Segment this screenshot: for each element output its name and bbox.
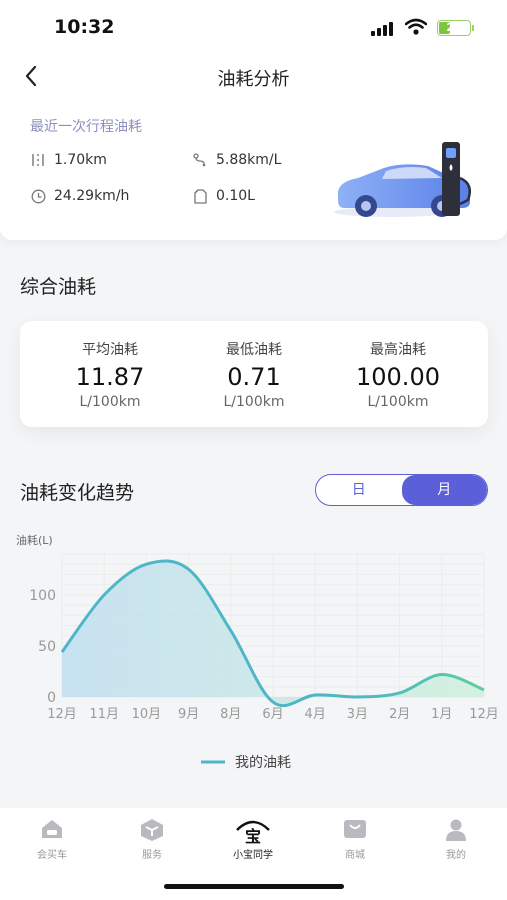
period-toggle: 日 月 <box>315 474 488 506</box>
month-tab[interactable]: 月 <box>401 475 487 505</box>
tab-service[interactable]: 服务 <box>112 818 192 861</box>
tab-label: 我的 <box>446 850 466 861</box>
trip-economy-value: 5.88km/L <box>216 152 282 168</box>
stat-label: 最高油耗 <box>370 342 426 358</box>
trip-distance: 1.70km <box>30 152 107 168</box>
status-bar: 10:32 22 <box>0 0 507 56</box>
home-indicator <box>164 884 344 889</box>
nav-bar: 油耗分析 <box>0 56 507 100</box>
baby-assistant-icon: 宝 <box>236 820 270 844</box>
shopping-bag-icon <box>344 820 366 838</box>
x-axis-ticks: 12月 11月 10月 9月 8月 6月 4月 3月 2月 1月 12月 <box>47 707 499 722</box>
y-tick-label: 0 <box>47 690 56 706</box>
summary-section-title: 综合油耗 <box>20 276 97 298</box>
x-tick-label: 6月 <box>262 707 283 722</box>
cellular-signal-icon <box>371 22 393 36</box>
x-tick-label: 3月 <box>347 707 368 722</box>
tab-label: 商城 <box>345 850 365 861</box>
recent-trip-card: 最近一次行程油耗 1.70km 5.88km/L 24.29km/h 0.10L <box>0 100 507 240</box>
trip-distance-value: 1.70km <box>54 152 107 168</box>
road-icon <box>30 152 46 168</box>
fuel-trend-chart: 油耗(L) 0 50 100 12月 11月 10月 9月 8月 6月 4月 3月 2月 1月 12月 … <box>0 524 507 789</box>
stat-unit: L/100km <box>367 394 429 410</box>
trip-avg-speed-value: 24.29km/h <box>54 188 130 204</box>
tab-assistant[interactable]: 宝 小宝同学 <box>213 818 293 861</box>
svg-text:宝: 宝 <box>245 827 261 844</box>
tab-label: 会买车 <box>37 850 67 861</box>
stat-value: 11.87 <box>75 363 145 391</box>
tab-mall[interactable]: 商城 <box>315 818 395 861</box>
x-tick-label: 9月 <box>178 707 199 722</box>
y-axis-ticks: 0 50 100 <box>29 588 56 706</box>
stat-value: 100.00 <box>356 363 440 391</box>
x-tick-label: 8月 <box>220 707 241 722</box>
trip-fuel-used: 0.10L <box>192 188 255 204</box>
stat-value: 0.71 <box>227 363 281 391</box>
x-tick-label: 11月 <box>89 707 119 722</box>
x-tick-label: 12月 <box>469 707 499 722</box>
battery-level: 22 <box>446 21 462 34</box>
tab-label: 小宝同学 <box>233 850 273 861</box>
page-title: 油耗分析 <box>217 69 290 90</box>
tab-label: 服务 <box>142 850 162 861</box>
trip-avg-speed: 24.29km/h <box>30 188 129 204</box>
trend-section-title: 油耗变化趋势 <box>20 482 135 504</box>
trip-economy: 5.88km/L <box>192 152 281 168</box>
fuel-summary-card: 平均油耗 11.87 L/100km 最低油耗 0.71 L/100km 最高油… <box>20 321 488 427</box>
legend-label: 我的油耗 <box>235 755 291 771</box>
x-tick-label: 10月 <box>132 707 162 722</box>
y-axis-label: 油耗(L) <box>16 533 53 547</box>
recent-trip-label: 最近一次行程油耗 <box>30 119 142 135</box>
status-time: 10:32 <box>54 16 115 38</box>
avg-consumption-stat: 平均油耗 11.87 L/100km <box>32 321 188 410</box>
x-tick-label: 4月 <box>305 707 326 722</box>
fuel-can-icon <box>192 188 208 204</box>
wifi-icon <box>405 18 427 35</box>
stat-unit: L/100km <box>223 394 285 410</box>
chart-legend: 我的油耗 <box>201 755 291 771</box>
clock-icon <box>30 188 46 204</box>
x-tick-label: 2月 <box>389 707 410 722</box>
tab-profile[interactable]: 我的 <box>416 818 496 861</box>
min-consumption-stat: 最低油耗 0.71 L/100km <box>176 321 332 410</box>
stat-unit: L/100km <box>79 394 141 410</box>
y-tick-label: 50 <box>38 639 56 655</box>
x-tick-label: 12月 <box>47 707 77 722</box>
car-shop-icon <box>42 820 62 838</box>
cube-icon <box>141 819 163 841</box>
day-tab[interactable]: 日 <box>316 475 402 505</box>
stat-label: 平均油耗 <box>82 342 138 358</box>
tab-buy-car[interactable]: 会买车 <box>12 818 92 861</box>
battery-icon: 22 <box>437 20 474 36</box>
x-tick-label: 1月 <box>431 707 452 722</box>
y-tick-label: 100 <box>29 588 56 604</box>
stat-label: 最低油耗 <box>226 342 282 358</box>
car-fuel-pump-illustration <box>334 142 471 217</box>
route-icon <box>192 152 208 168</box>
max-consumption-stat: 最高油耗 100.00 L/100km <box>320 321 476 410</box>
user-icon <box>446 819 466 841</box>
chart-svg: 油耗(L) 0 50 100 12月 11月 10月 9月 8月 6月 4月 3月 2月 1月 12月 … <box>16 533 499 771</box>
trip-fuel-used-value: 0.10L <box>216 188 255 204</box>
